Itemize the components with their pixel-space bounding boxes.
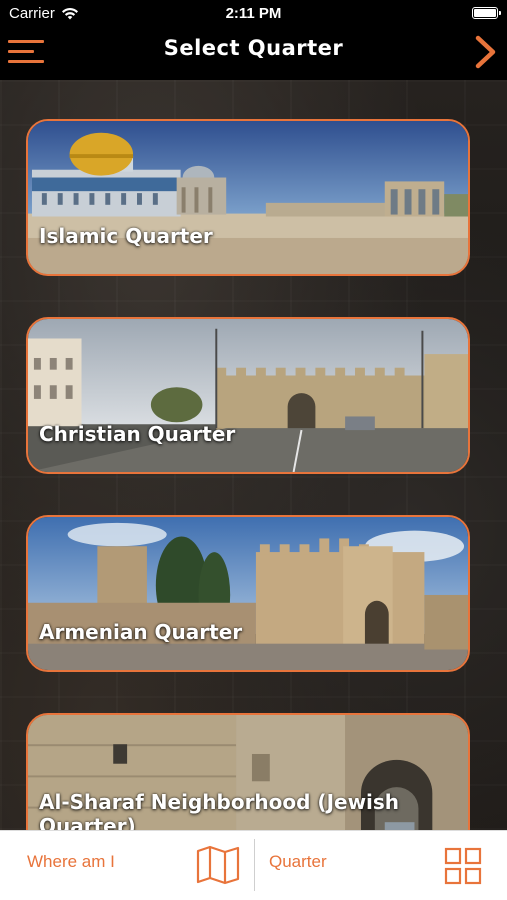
tab-bar: Where am I Quarter xyxy=(0,830,507,900)
grid-icon[interactable] xyxy=(444,847,482,885)
tab-divider xyxy=(254,839,255,891)
quarter-card-jewish[interactable]: Al-Sharaf Neighborhood (Jewish Quarter) xyxy=(26,713,470,830)
navigation-bar: Select Quarter xyxy=(0,28,507,80)
tab-quarter[interactable]: Quarter xyxy=(269,852,327,872)
quarter-card-label: Christian Quarter xyxy=(39,422,236,446)
christian-quarter-photo xyxy=(28,319,468,472)
map-icon[interactable] xyxy=(196,845,240,885)
quarter-card-islamic[interactable]: Islamic Quarter xyxy=(26,119,470,276)
quarter-list: Islamic Quarter Christian Quarter Armeni… xyxy=(0,80,507,830)
page-title: Select Quarter xyxy=(163,36,344,60)
quarter-card-armenian[interactable]: Armenian Quarter xyxy=(26,515,470,672)
battery-icon xyxy=(472,7,501,19)
quarter-card-label: Armenian Quarter xyxy=(39,620,243,644)
chevron-right-icon[interactable] xyxy=(473,34,499,70)
quarter-card-christian[interactable]: Christian Quarter xyxy=(26,317,470,474)
quarter-card-label: Islamic Quarter xyxy=(39,224,213,248)
tab-where-am-i[interactable]: Where am I xyxy=(27,852,115,872)
status-bar: Carrier 2:11 PM xyxy=(0,0,507,28)
islamic-quarter-photo xyxy=(28,121,468,274)
quarter-card-label: Al-Sharaf Neighborhood (Jewish Quarter) xyxy=(39,790,400,830)
armenian-quarter-photo xyxy=(28,517,468,670)
status-time: 2:11 PM xyxy=(225,5,282,22)
